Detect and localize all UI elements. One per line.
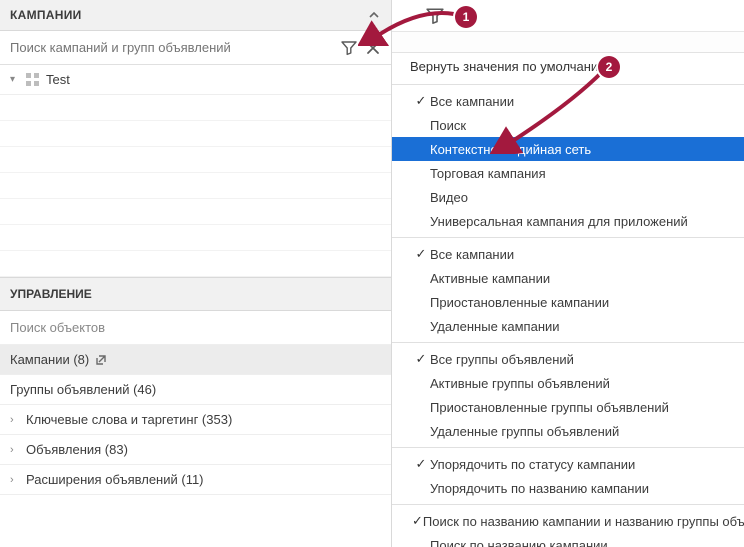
menu-label: Поиск по названию кампании <box>430 538 608 547</box>
menu-label: Активные кампании <box>430 271 550 286</box>
menu-label: Видео <box>430 190 468 205</box>
management-search[interactable]: Поиск объектов <box>0 311 391 345</box>
mgmt-item-label: Группы объявлений (46) <box>10 382 156 397</box>
menu-item-active-adgroups[interactable]: Активные группы объявлений <box>392 371 744 395</box>
chevron-right-icon: › <box>10 474 20 486</box>
campaign-search-input[interactable] <box>10 40 337 55</box>
menu-label: Упорядочить по статусу кампании <box>430 457 635 472</box>
menu-reset[interactable]: Вернуть значения по умолчанию <box>392 53 744 80</box>
mgmt-item-keywords[interactable]: › Ключевые слова и таргетинг (353) <box>0 405 391 435</box>
tree-item-test[interactable]: ▾ Test <box>0 65 391 95</box>
menu-item-paused-campaigns[interactable]: Приостановленные кампании <box>392 290 744 314</box>
divider <box>392 447 744 448</box>
divider <box>392 237 744 238</box>
chevron-up-icon[interactable] <box>367 8 381 22</box>
menu-group1-head[interactable]: ✓ Все кампании <box>392 89 744 113</box>
sidebar: КАМПАНИИ ▾ Test УПРАВЛЕНИЕ Поиск <box>0 0 392 547</box>
mgmt-item-adgroups[interactable]: Группы объявлений (46) <box>0 375 391 405</box>
mgmt-item-extensions[interactable]: › Расширения объявлений (11) <box>0 465 391 495</box>
menu-sort-by-name[interactable]: Упорядочить по названию кампании <box>392 476 744 500</box>
menu-group2-head[interactable]: ✓ Все кампании <box>392 242 744 266</box>
menu-group3-head[interactable]: ✓ Все группы объявлений <box>392 347 744 371</box>
external-link-icon[interactable] <box>95 354 107 366</box>
menu-label: Активные группы объявлений <box>430 376 610 391</box>
mgmt-item-campaigns[interactable]: Кампании (8) <box>0 345 391 375</box>
menu-search-both[interactable]: ✓ Поиск по названию кампании и названию … <box>392 509 744 533</box>
menu-label: Поиск по названию кампании и названию гр… <box>423 514 744 529</box>
check-icon: ✓ <box>412 513 423 529</box>
menu-item-removed-adgroups[interactable]: Удаленные группы объявлений <box>392 419 744 443</box>
callout-badge-1: 1 <box>455 6 477 28</box>
menu-label: Удаленные кампании <box>430 319 560 334</box>
empty-tree-area <box>0 95 391 277</box>
filter-icon[interactable] <box>337 36 361 60</box>
menu-item-display-network[interactable]: Контекстно-медийная сеть <box>392 137 744 161</box>
chevron-right-icon: › <box>10 444 20 456</box>
campaigns-header-label: КАМПАНИИ <box>10 8 82 22</box>
divider <box>392 342 744 343</box>
menu-item-video[interactable]: Видео <box>392 185 744 209</box>
grid-icon <box>26 73 40 87</box>
menu-label: Упорядочить по названию кампании <box>430 481 649 496</box>
divider <box>392 504 744 505</box>
check-icon: ✓ <box>412 456 430 472</box>
divider <box>392 84 744 85</box>
check-icon: ✓ <box>412 351 430 367</box>
menu-sort-by-status[interactable]: ✓ Упорядочить по статусу кампании <box>392 452 744 476</box>
mgmt-item-label: Ключевые слова и таргетинг (353) <box>26 412 232 427</box>
chevron-down-icon[interactable]: ▾ <box>10 74 20 85</box>
menu-label: Торговая кампания <box>430 166 546 181</box>
menu-item-active-campaigns[interactable]: Активные кампании <box>392 266 744 290</box>
menu-label: Удаленные группы объявлений <box>430 424 619 439</box>
mgmt-item-label: Объявления (83) <box>26 442 128 457</box>
campaigns-header: КАМПАНИИ <box>0 0 391 31</box>
mgmt-item-ads[interactable]: › Объявления (83) <box>0 435 391 465</box>
clear-search-icon[interactable] <box>361 36 385 60</box>
callout-label: 1 <box>463 10 470 24</box>
callout-badge-2: 2 <box>598 56 620 78</box>
menu-label: Приостановленные кампании <box>430 295 609 310</box>
menu-label: Все кампании <box>430 94 514 109</box>
chevron-right-icon: › <box>10 414 20 426</box>
menu-item-shopping[interactable]: Торговая кампания <box>392 161 744 185</box>
menu-item-uac[interactable]: Универсальная кампания для приложений <box>392 209 744 233</box>
menu-item-paused-adgroups[interactable]: Приостановленные группы объявлений <box>392 395 744 419</box>
menu-item-removed-campaigns[interactable]: Удаленные кампании <box>392 314 744 338</box>
menu-label: Контекстно-медийная сеть <box>430 142 591 157</box>
mgmt-item-label: Кампании (8) <box>10 352 89 367</box>
tree-item-label: Test <box>46 72 70 87</box>
filter-dropdown-menu: Вернуть значения по умолчанию ✓ Все камп… <box>392 52 744 547</box>
menu-label: Все кампании <box>430 247 514 262</box>
menu-item-search[interactable]: Поиск <box>392 113 744 137</box>
check-icon: ✓ <box>412 246 430 262</box>
menu-label: Все группы объявлений <box>430 352 574 367</box>
management-header-label: УПРАВЛЕНИЕ <box>10 287 92 301</box>
management-header: УПРАВЛЕНИЕ <box>0 277 391 311</box>
callout-label: 2 <box>606 60 613 74</box>
toolbar <box>392 0 744 32</box>
menu-label: Универсальная кампания для приложений <box>430 214 688 229</box>
menu-search-by-campaign[interactable]: Поиск по названию кампании <box>392 533 744 547</box>
content-pane: Вернуть значения по умолчанию ✓ Все камп… <box>392 0 744 547</box>
check-icon: ✓ <box>412 93 430 109</box>
menu-reset-label: Вернуть значения по умолчанию <box>410 59 608 74</box>
mgmt-item-label: Расширения объявлений (11) <box>26 472 204 487</box>
menu-label: Приостановленные группы объявлений <box>430 400 669 415</box>
campaign-search-row <box>0 31 391 65</box>
filter-dropdown-icon[interactable] <box>426 7 444 25</box>
menu-label: Поиск <box>430 118 466 133</box>
management-search-placeholder: Поиск объектов <box>10 320 105 335</box>
